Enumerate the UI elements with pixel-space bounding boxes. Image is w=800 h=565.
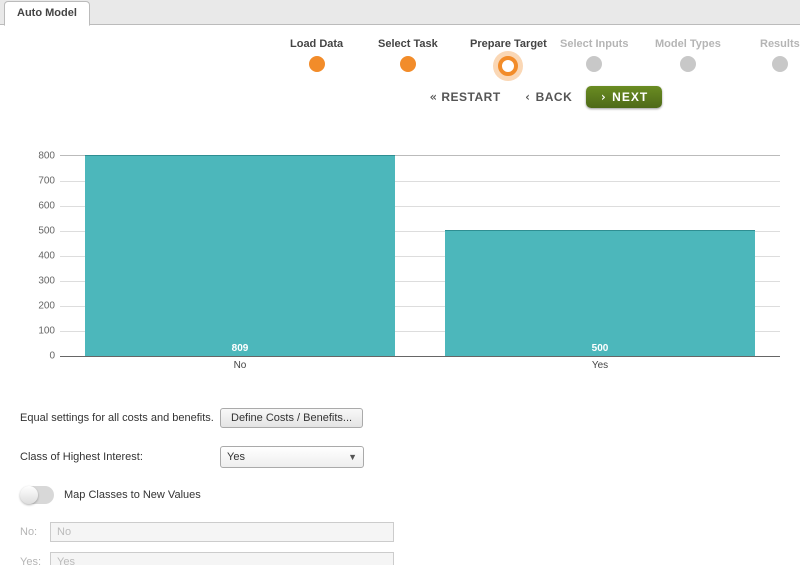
y-tick-label: 200 bbox=[25, 301, 55, 312]
y-tick-label: 0 bbox=[25, 351, 55, 362]
wizard-step-model-types[interactable]: Model Types bbox=[655, 38, 721, 72]
define-costs-button[interactable]: Define Costs / Benefits... bbox=[220, 408, 363, 428]
wizard-step-label: Load Data bbox=[290, 38, 343, 50]
class-interest-value: Yes bbox=[227, 451, 245, 463]
wizard-step-dot bbox=[680, 56, 696, 72]
next-label: NEXT bbox=[612, 90, 648, 104]
map-row-label: No: bbox=[20, 526, 50, 538]
next-button[interactable]: › NEXT bbox=[586, 86, 663, 108]
wizard-step-dot bbox=[309, 56, 325, 72]
wizard-step-label: Select Inputs bbox=[560, 38, 628, 50]
map-row-label: Yes: bbox=[20, 556, 50, 565]
bar-no: 809 bbox=[85, 155, 395, 356]
y-tick-label: 300 bbox=[25, 276, 55, 287]
wizard-step-label: Results bbox=[760, 38, 800, 50]
class-interest-label: Class of Highest Interest: bbox=[20, 451, 220, 463]
wizard-step-label: Prepare Target bbox=[470, 38, 547, 50]
bar-value: 809 bbox=[85, 343, 395, 354]
map-classes-label: Map Classes to New Values bbox=[64, 489, 201, 501]
wizard-step-load-data[interactable]: Load Data bbox=[290, 38, 343, 72]
wizard-step-select-task[interactable]: Select Task bbox=[378, 38, 438, 72]
wizard-step-dot bbox=[772, 56, 788, 72]
y-tick-label: 800 bbox=[25, 151, 55, 162]
map-row-input bbox=[50, 522, 394, 542]
wizard-step-label: Select Task bbox=[378, 38, 438, 50]
bar-yes: 500 bbox=[445, 230, 755, 356]
chevron-down-icon: ▼ bbox=[348, 452, 357, 462]
tab-auto-model[interactable]: Auto Model bbox=[4, 1, 90, 26]
x-tick-label: No bbox=[85, 360, 395, 371]
wizard-step-dot bbox=[400, 56, 416, 72]
map-row: No: bbox=[20, 522, 780, 542]
restart-label: RESTART bbox=[441, 90, 500, 104]
back-label: BACK bbox=[536, 90, 573, 104]
costs-label: Equal settings for all costs and benefit… bbox=[20, 412, 220, 424]
y-tick-label: 400 bbox=[25, 251, 55, 262]
wizard-step-label: Model Types bbox=[655, 38, 721, 50]
map-classes-toggle[interactable] bbox=[20, 486, 54, 504]
toggle-knob bbox=[20, 486, 38, 504]
wizard-step-prepare-target[interactable]: Prepare Target bbox=[470, 38, 547, 76]
x-tick-label: Yes bbox=[445, 360, 755, 371]
map-row: Yes: bbox=[20, 552, 780, 565]
wizard-step-dot bbox=[586, 56, 602, 72]
y-tick-label: 500 bbox=[25, 226, 55, 237]
y-tick-label: 100 bbox=[25, 326, 55, 337]
restart-button[interactable]: « RESTART bbox=[430, 90, 501, 104]
target-distribution-chart: 0100200300400500600700800809500 NoYes bbox=[20, 155, 780, 380]
wizard-step-select-inputs[interactable]: Select Inputs bbox=[560, 38, 628, 72]
class-interest-select[interactable]: Yes ▼ bbox=[220, 446, 364, 468]
wizard-step-results[interactable]: Results bbox=[760, 38, 800, 72]
y-tick-label: 700 bbox=[25, 176, 55, 187]
map-row-input bbox=[50, 552, 394, 565]
bar-value: 500 bbox=[445, 343, 755, 354]
wizard-step-dot bbox=[498, 56, 518, 76]
wizard: Load Data Select Task Prepare Target Select… bbox=[290, 38, 792, 108]
back-button[interactable]: ‹ BACK bbox=[524, 90, 572, 104]
y-tick-label: 600 bbox=[25, 201, 55, 212]
